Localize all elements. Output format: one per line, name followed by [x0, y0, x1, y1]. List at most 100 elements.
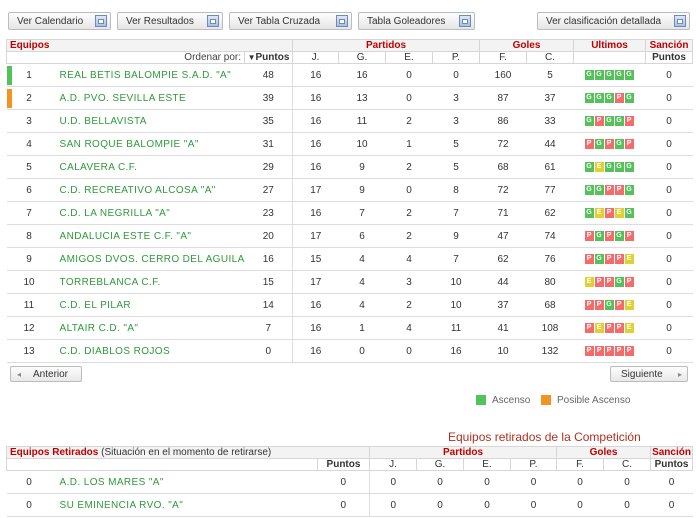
- form-result: G: [594, 92, 604, 103]
- position: 13: [23, 345, 35, 357]
- team-name[interactable]: AMIGOS DVOS. CERRO DEL AGUILA: [51, 247, 245, 271]
- points: 0: [244, 339, 293, 363]
- stat-j: 16: [292, 132, 339, 156]
- stat-g: 1: [338, 316, 386, 340]
- form-result: G: [594, 184, 604, 195]
- next-label: Siguiente: [621, 369, 663, 380]
- calendar-icon: [95, 15, 107, 27]
- form-result: E: [624, 322, 634, 333]
- sanction-points: 0: [645, 109, 693, 133]
- team-name[interactable]: C.D. EL PILAR: [51, 293, 245, 317]
- position-cell: 1: [6, 63, 52, 87]
- form-cell: PGPGP: [573, 132, 646, 156]
- stat-p: 10: [432, 293, 480, 317]
- calendar-button[interactable]: Ver Calendario: [8, 12, 111, 30]
- form-result: P: [584, 138, 594, 149]
- team-name[interactable]: U.D. BELLAVISTA: [51, 109, 245, 133]
- team-name[interactable]: REAL BETIS BALOMPIE S.A.D. "A": [51, 63, 245, 87]
- results-button[interactable]: Ver Resultados: [117, 12, 223, 30]
- position-cell: 5: [6, 155, 52, 179]
- recent-form: GGPPG: [584, 184, 635, 196]
- points: 35: [244, 109, 293, 133]
- sanction-points: 0: [645, 293, 693, 317]
- retired-section-title: Equipos retirados de la Competición: [448, 430, 641, 444]
- team-name[interactable]: C.D. LA NEGRILLA "A": [51, 201, 245, 225]
- recent-form: GEGGG: [584, 161, 635, 173]
- team-name[interactable]: SU EMINENCIA RVO. "A": [51, 493, 318, 517]
- points: 0: [317, 470, 370, 494]
- form-cell: GEPEG: [573, 201, 646, 225]
- recent-form: GPGGP: [584, 115, 635, 127]
- header-ultimos: Últimos: [573, 39, 647, 52]
- arrow-right-icon: ▸: [677, 370, 682, 379]
- ascenso-swatch: [476, 395, 486, 406]
- form-result: P: [594, 345, 604, 356]
- team-name[interactable]: C.D. RECREATIVO ALCOSA "A": [51, 178, 245, 202]
- position: 7: [26, 207, 32, 219]
- form-result: G: [614, 230, 624, 241]
- goals-for: 86: [479, 109, 527, 133]
- retired-col-e: E.: [463, 458, 511, 471]
- cross-table-button[interactable]: Ver Tabla Cruzada: [229, 12, 352, 30]
- sort-by-points[interactable]: ▼Puntos: [244, 51, 293, 64]
- team-name[interactable]: C.D. DIABLOS ROJOS: [51, 339, 245, 363]
- sanction-points: 0: [645, 339, 693, 363]
- stat-j: 16: [292, 155, 339, 179]
- form-result: G: [604, 299, 614, 310]
- form-result: P: [594, 299, 604, 310]
- table-row: 3 U.D. BELLAVISTA 35 16 11 2 3 86 33 G P G G P 0: [6, 109, 693, 133]
- stat-j: 16: [292, 293, 339, 317]
- recent-form: GEPEG: [584, 207, 635, 219]
- sanction-points: 0: [650, 493, 693, 517]
- team-name[interactable]: ALTAIR C.D. "A": [51, 316, 245, 340]
- form-result: G: [594, 230, 604, 241]
- form-result: G: [584, 69, 594, 80]
- team-name[interactable]: ANDALUCIA ESTE C.F. "A": [51, 224, 245, 248]
- retired-header: Equipos Retirados (Situación en el momen…: [6, 446, 370, 459]
- stat-g: 7: [338, 201, 386, 225]
- stat-g: 0: [416, 470, 464, 494]
- form-result: G: [624, 69, 634, 80]
- stat-j: 17: [292, 224, 339, 248]
- sanction-points: 0: [645, 247, 693, 271]
- posible-ascenso-label: Posible Ascenso: [557, 395, 631, 406]
- form-result: P: [604, 184, 614, 195]
- stat-e: 2: [385, 201, 433, 225]
- previous-button[interactable]: ◂ Anterior: [10, 366, 82, 382]
- points: 39: [244, 86, 293, 110]
- retired-table: Equipos Retirados (Situación en el momen…: [6, 446, 694, 517]
- col-p: P.: [431, 51, 481, 64]
- position-cell: 9: [6, 247, 52, 271]
- table-row: 8 ANDALUCIA ESTE C.F. "A" 20 17 6 2 9 47 74 P G P G P…: [6, 224, 693, 248]
- team-name[interactable]: TORREBLANCA C.F.: [51, 270, 245, 294]
- position-cell: 13: [6, 339, 52, 363]
- stat-p: 9: [432, 224, 480, 248]
- window-icon: [336, 15, 348, 27]
- detailed-standings-button[interactable]: Ver clasificación detallada: [537, 12, 690, 30]
- recent-form: PGPPE: [584, 253, 635, 265]
- points: 20: [244, 224, 293, 248]
- stat-e: 2: [385, 109, 433, 133]
- table-row: 10 TORREBLANCA C.F. 15 17 4 3 10 44 80 E P P G P 0: [6, 270, 693, 294]
- scorers-button[interactable]: Tabla Goleadores: [358, 12, 475, 30]
- table-row: 7 C.D. LA NEGRILLA "A" 23 16 7 2 7 71 62 G E P E G 0: [6, 201, 693, 225]
- team-name[interactable]: SAN ROQUE BALOMPIE "A": [51, 132, 245, 156]
- form-result: P: [604, 345, 614, 356]
- form-result: P: [614, 92, 624, 103]
- sanction-points: 0: [650, 470, 693, 494]
- stat-p: 5: [432, 132, 480, 156]
- form-result: E: [584, 276, 594, 287]
- team-name[interactable]: CALAVERA C.F.: [51, 155, 245, 179]
- table-row: 4 SAN ROQUE BALOMPIE "A" 31 16 10 1 5 72 44 P G P G P…: [6, 132, 693, 156]
- form-result: G: [584, 92, 594, 103]
- team-name[interactable]: A.D. PVO. SEVILLA ESTE: [51, 86, 245, 110]
- form-result: P: [624, 138, 634, 149]
- next-button[interactable]: Siguiente ▸: [610, 366, 688, 382]
- retired-sub-blank: [6, 458, 318, 471]
- form-result: G: [624, 92, 634, 103]
- team-name[interactable]: A.D. LOS MARES "A": [51, 470, 318, 494]
- stat-p: 3: [432, 109, 480, 133]
- sanction-points: 0: [645, 270, 693, 294]
- goals-against: 76: [526, 247, 574, 271]
- toolbar: Ver Calendario Ver Resultados Ver Tabla …: [8, 12, 690, 32]
